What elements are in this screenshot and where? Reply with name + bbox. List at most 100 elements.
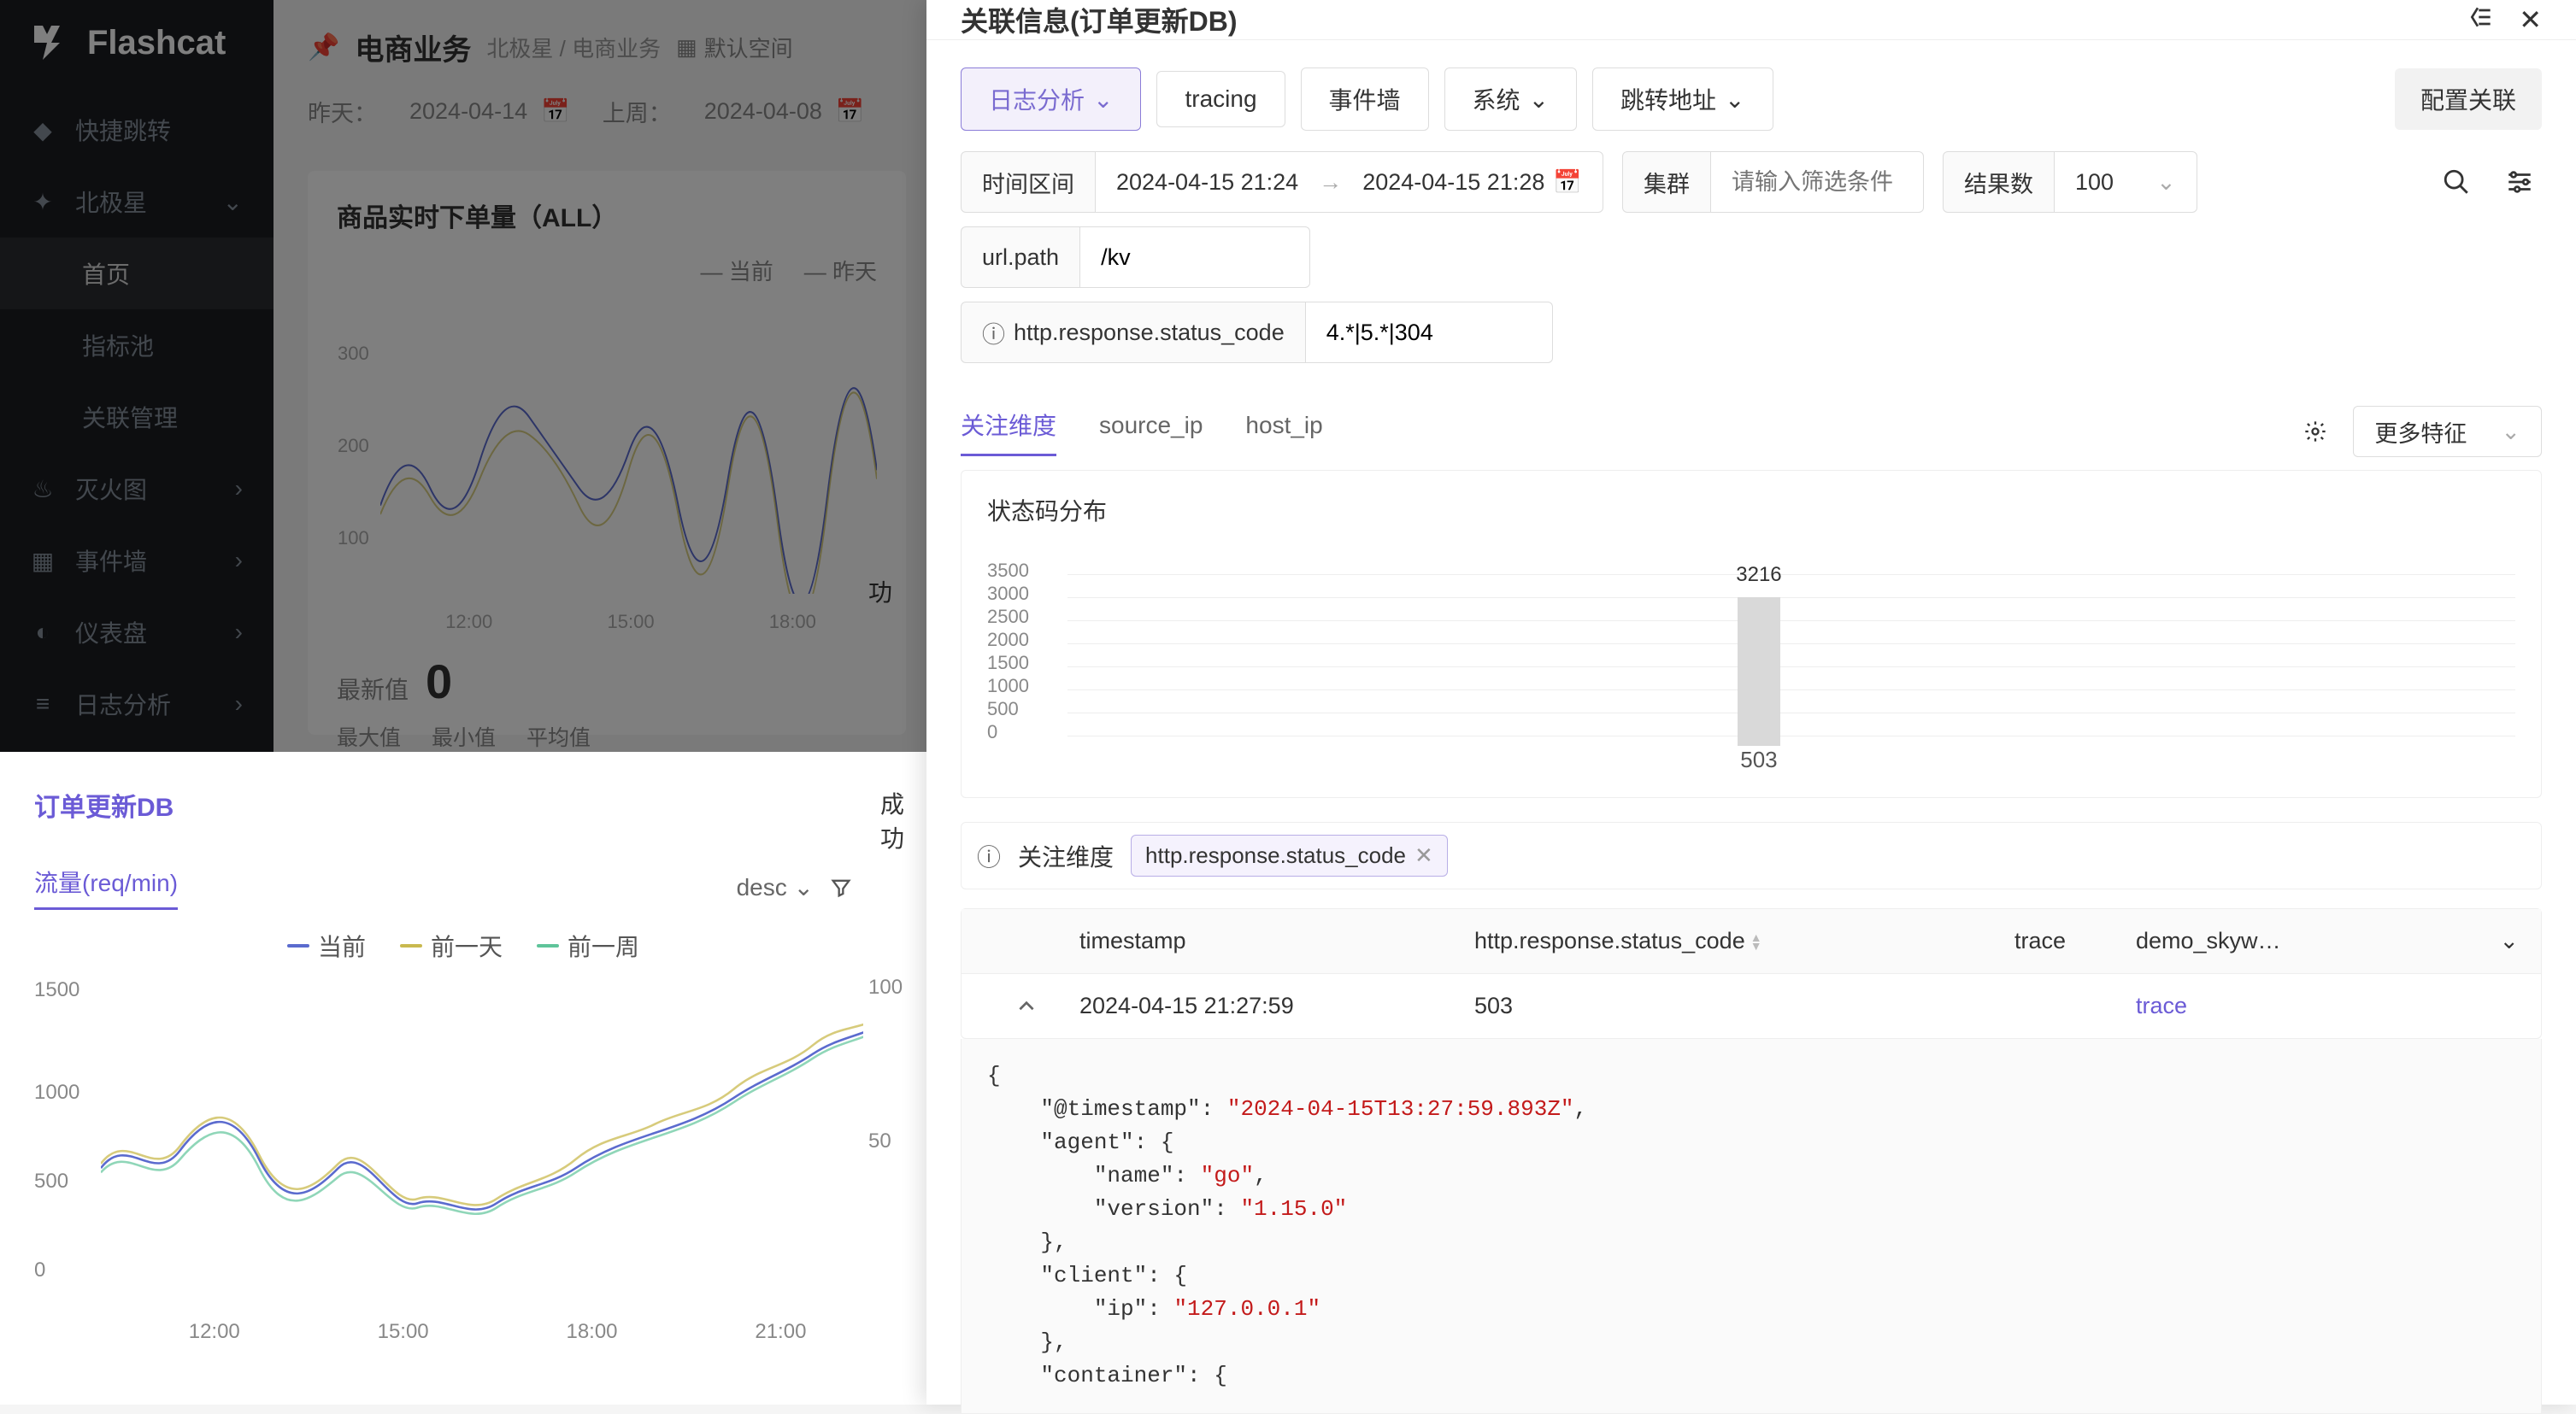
col-status-code[interactable]: http.response.status_code ▲▼ [1474, 928, 2004, 954]
tab-event-wall[interactable]: 事件墙 [1301, 67, 1429, 131]
flow-chart-legend: 当前 前一天 前一周 [34, 929, 892, 963]
drawer-primary-tabs: 日志分析 ⌄ tracing 事件墙 系统 ⌄ 跳转地址 ⌄ 配置关联 [926, 40, 2576, 131]
filter-icon[interactable] [829, 876, 853, 900]
chevron-down-icon: ⌄ [1093, 85, 1113, 114]
status-code-field[interactable] [1326, 320, 1532, 346]
nav-assoc-mgmt[interactable]: 关联管理 [0, 381, 273, 453]
nav-label: 灭火图 [75, 472, 147, 506]
nav-label: 指标池 [82, 328, 154, 362]
lastweek-date-picker[interactable]: 2024-04-08 📅 [696, 94, 873, 128]
status-code-histogram-card: 状态码分布 3500 3000 2500 2000 1500 1000 500 … [961, 470, 2542, 798]
focus-dimension-tag[interactable]: http.response.status_code ✕ [1131, 835, 1448, 877]
chevron-down-icon[interactable]: ⌄ [2499, 928, 2519, 954]
bar-value-label: 3216 [1736, 563, 1781, 587]
dimension-tabs: 关注维度 source_ip host_ip 更多特征 ⌄ [926, 363, 2576, 458]
settings-lines-icon[interactable] [2497, 160, 2542, 204]
table-row[interactable]: 2024-04-15 21:27:59 503 trace [962, 973, 2541, 1038]
wall-icon: ▦ [31, 549, 55, 572]
chart-legend: — 当前 — 昨天 [337, 255, 877, 286]
url-path-input[interactable] [1080, 226, 1310, 288]
tab-source-ip[interactable]: source_ip [1099, 412, 1203, 451]
log-json-detail[interactable]: { "@timestamp": "2024-04-15T13:27:59.893… [961, 1039, 2542, 1414]
result-count-select[interactable]: 100 ⌄ [2055, 151, 2197, 213]
status-code-label: ⓘ http.response.status_code [961, 302, 1306, 363]
close-icon[interactable]: ✕ [2519, 3, 2542, 36]
crumb-part[interactable]: 电商业务 [572, 36, 661, 62]
nav-polaris[interactable]: ✦ 北极星 ⌄ [0, 166, 273, 238]
col-demo[interactable]: demo_skyw… [2136, 928, 2281, 954]
flow-line-chart: 1500 1000 500 0 12:00 15:00 18:00 21:00 [34, 975, 892, 1317]
tab-system[interactable]: 系统 ⌄ [1444, 67, 1577, 131]
chevron-down-icon: ⌄ [794, 873, 814, 901]
col-timestamp[interactable]: timestamp [1079, 928, 1464, 954]
brand-name: Flashcat [87, 24, 226, 62]
chevron-down-icon: ⌄ [1529, 85, 1549, 114]
log-icon: ≡ [31, 692, 55, 716]
tab-flow[interactable]: 流量(req/min) [34, 865, 178, 910]
sort-select[interactable]: desc ⌄ [737, 873, 814, 901]
configure-relation-button[interactable]: 配置关联 [2395, 68, 2542, 130]
filter-row-2: url.path [926, 213, 2576, 288]
calendar-icon: 📅 [836, 97, 865, 125]
app-sidebar: Flashcat ◆ 快捷跳转 ✦ 北极星 ⌄ 首页 指标池 关联管理 ♨ 灭火… [0, 0, 273, 752]
url-path-field[interactable] [1101, 244, 1289, 271]
col-trace[interactable]: trace [2014, 928, 2126, 954]
time-range-picker[interactable]: 2024-04-15 21:24 → 2024-04-15 21:28 📅 [1096, 151, 1603, 213]
tab-success[interactable]: 成功 [863, 786, 926, 854]
calendar-icon: 📅 [541, 97, 570, 125]
tooltip-partial: 功 [863, 567, 897, 615]
nav-fire-map[interactable]: ♨ 灭火图 › [0, 453, 273, 525]
tab-tracing[interactable]: tracing [1156, 71, 1285, 127]
line-chart: 300 200 100 12:00 15:00 18:00 [337, 303, 877, 611]
star-icon: ✦ [31, 190, 55, 214]
chevron-down-icon: ⌄ [2501, 419, 2520, 445]
space-badge[interactable]: ▦ 默认空间 [676, 32, 793, 63]
stat-row: 最新值 0 [337, 654, 877, 709]
legend-prev-week: 前一周 [568, 929, 639, 963]
status-code-input[interactable] [1306, 302, 1553, 363]
chevron-down-icon: ⌄ [1725, 85, 1744, 114]
table-header-row: timestamp http.response.status_code ▲▼ t… [962, 909, 2541, 973]
time-range-label: 时间区间 [961, 151, 1096, 213]
nav-quick-jump[interactable]: ◆ 快捷跳转 [0, 94, 273, 166]
legend-current: 当前 [318, 929, 366, 963]
nav-home[interactable]: 首页 [0, 238, 273, 309]
breadcrumb: 北极星 / 电商业务 [486, 32, 661, 63]
nav-label: 首页 [82, 256, 130, 290]
nav-metric-pool[interactable]: 指标池 [0, 309, 273, 381]
tab-host-ip[interactable]: host_ip [1245, 412, 1322, 451]
more-features-select[interactable]: 更多特征 ⌄ [2353, 406, 2542, 457]
stat-avg-label: 平均值 [526, 721, 591, 752]
log-table: timestamp http.response.status_code ▲▼ t… [961, 908, 2542, 1039]
legend-item: 昨天 [832, 259, 877, 285]
nav-log-analysis[interactable]: ≡ 日志分析 › [0, 668, 273, 740]
nav-dashboard[interactable]: ◐ 仪表盘 › [0, 596, 273, 668]
lastweek-label: 上周： [603, 95, 672, 128]
cluster-field[interactable] [1732, 169, 1903, 196]
drawer-header: 关联信息(订单更新DB) ✕ [926, 0, 2576, 40]
cluster-input[interactable] [1711, 151, 1924, 213]
histogram-bar[interactable] [1738, 597, 1780, 746]
trace-link[interactable]: trace [2136, 993, 2519, 1019]
filter-row-1: 时间区间 2024-04-15 21:24 → 2024-04-15 21:28… [926, 131, 2576, 213]
search-icon[interactable] [2434, 160, 2479, 204]
cell-status: 503 [1474, 993, 2004, 1019]
success-rate-panel-partial: 成功 100 50 [863, 752, 926, 1405]
yesterday-date-picker[interactable]: 2024-04-14 📅 [401, 94, 579, 128]
success-chart: 100 50 [863, 965, 926, 1307]
brand-logo: Flashcat [0, 17, 273, 94]
crumb-part[interactable]: 北极星 [486, 36, 553, 62]
gear-icon[interactable] [2293, 409, 2338, 454]
tab-jump-addr[interactable]: 跳转地址 ⌄ [1592, 67, 1773, 131]
relation-info-drawer: 关联信息(订单更新DB) ✕ 日志分析 ⌄ tracing 事件墙 系统 ⌄ 跳… [926, 0, 2576, 1405]
gauge-icon: ◐ [31, 620, 55, 644]
nav-event-wall[interactable]: ▦ 事件墙 › [0, 525, 273, 596]
pin-icon[interactable]: 📌 [308, 32, 339, 62]
nav-label: 日志分析 [75, 687, 171, 721]
row-collapse-toggle[interactable] [984, 995, 1069, 1018]
close-icon[interactable]: ✕ [1414, 842, 1433, 869]
tab-focus-dimension[interactable]: 关注维度 [961, 408, 1056, 456]
tab-log-analysis[interactable]: 日志分析 ⌄ [961, 67, 1141, 131]
panel-title[interactable]: 订单更新DB [34, 786, 892, 824]
list-collapse-icon[interactable] [2467, 3, 2495, 36]
